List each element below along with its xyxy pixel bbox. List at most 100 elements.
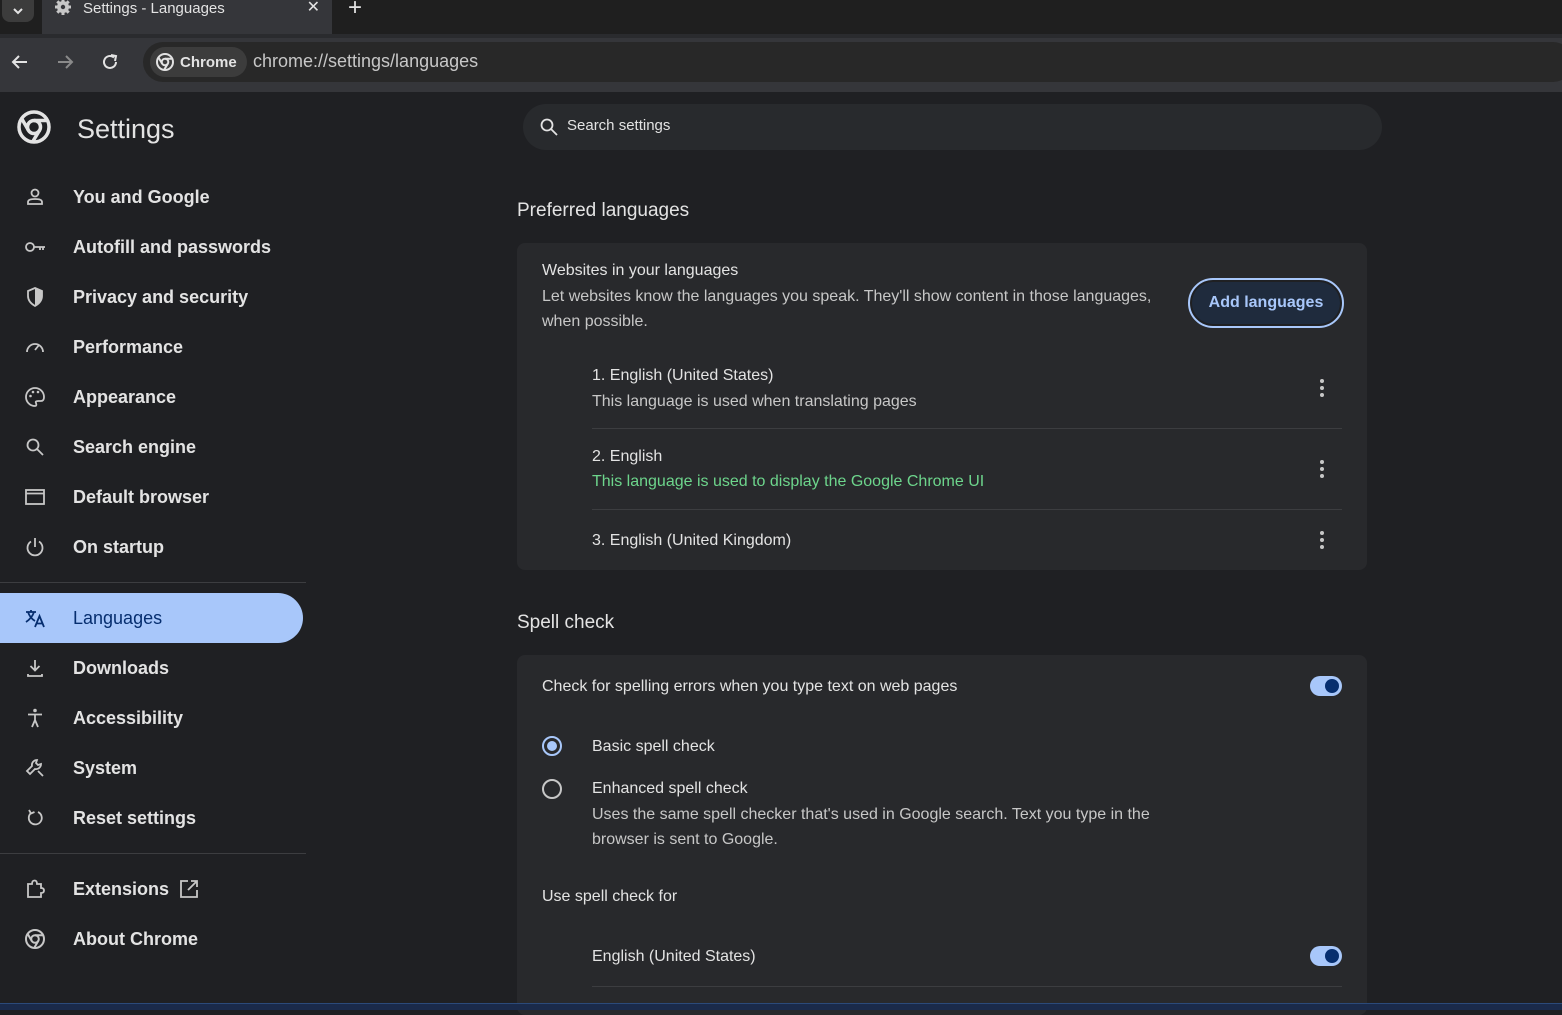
page-title: Settings xyxy=(77,114,175,144)
sidebar-item-label: Accessibility xyxy=(73,707,184,728)
sidebar-divider xyxy=(0,582,306,583)
sidebar-item-label: Privacy and security xyxy=(73,286,249,307)
row-divider xyxy=(592,986,1342,987)
power-icon xyxy=(26,538,44,557)
sidebar-item-you-and-google[interactable]: You and Google xyxy=(0,172,303,222)
row-divider xyxy=(592,509,1342,510)
sidebar-item-on-startup[interactable]: On startup xyxy=(0,522,303,572)
sidebar-item-privacy[interactable]: Privacy and security xyxy=(0,272,303,322)
speedometer-icon xyxy=(26,343,44,353)
sidebar-item-label: About Chrome xyxy=(73,928,198,949)
sidebar-item-downloads[interactable]: Downloads xyxy=(0,643,303,693)
reset-icon xyxy=(27,809,43,826)
sidebar-item-label: You and Google xyxy=(73,186,210,207)
sidebar-item-system[interactable]: System xyxy=(0,743,303,793)
sidebar-item-default-browser[interactable]: Default browser xyxy=(0,472,303,522)
language-name: 3. English (United Kingdom) xyxy=(592,532,792,549)
arrow-left-icon xyxy=(11,55,27,69)
sidebar-item-label: Search engine xyxy=(73,436,197,457)
shield-icon xyxy=(27,287,43,308)
puzzle-icon xyxy=(27,879,45,898)
enhanced-spell-check-description-cont: browser is sent to Google. xyxy=(592,831,778,848)
spell-language-name: English (United States) xyxy=(592,948,756,965)
chrome-icon xyxy=(156,53,174,71)
search-icon xyxy=(540,118,558,136)
tab-settings-languages[interactable]: Settings - Languages ✕ xyxy=(42,0,332,34)
search-placeholder: Search settings xyxy=(567,117,671,134)
external-link-icon xyxy=(180,880,198,898)
person-icon xyxy=(27,188,43,205)
tab-strip: Settings - Languages ✕ + xyxy=(0,0,1562,34)
language-note: This language is used when translating p… xyxy=(592,393,917,410)
sidebar-divider xyxy=(0,853,306,854)
back-button[interactable] xyxy=(8,50,32,74)
basic-spell-check-radio[interactable] xyxy=(542,736,562,756)
row-divider xyxy=(592,428,1342,429)
basic-spell-check-label: Basic spell check xyxy=(592,738,715,755)
sidebar-item-about-chrome[interactable]: About Chrome xyxy=(0,914,303,964)
sidebar-item-reset-settings[interactable]: Reset settings xyxy=(0,793,303,843)
tab-title: Settings - Languages xyxy=(83,0,225,17)
sidebar-item-label: Downloads xyxy=(73,657,170,678)
key-icon xyxy=(25,242,45,252)
download-icon xyxy=(27,660,43,677)
sidebar-item-label: Languages xyxy=(73,607,163,628)
more-vert-icon[interactable] xyxy=(1314,459,1330,479)
enhanced-spell-check-label: Enhanced spell check xyxy=(592,780,748,797)
sidebar-item-label: Performance xyxy=(73,336,184,357)
tab-search-button[interactable] xyxy=(2,0,34,22)
section-title-preferred-languages: Preferred languages xyxy=(517,200,690,221)
language-note: This language is used to display the Goo… xyxy=(592,473,985,490)
language-name: 1. English (United States) xyxy=(592,367,774,384)
reload-icon xyxy=(103,54,118,69)
site-info-chip[interactable]: Chrome xyxy=(150,47,247,77)
accessibility-icon xyxy=(28,708,42,728)
sidebar-item-label: Default browser xyxy=(73,486,210,507)
chevron-down-icon xyxy=(13,8,23,15)
enhanced-spell-check-radio[interactable] xyxy=(542,779,562,799)
sidebar-item-label: Appearance xyxy=(73,386,177,407)
use-spell-check-for-label: Use spell check for xyxy=(542,888,678,905)
sidebar-item-label: On startup xyxy=(73,536,165,557)
reload-button[interactable] xyxy=(98,50,122,74)
sidebar-item-extensions[interactable]: Extensions xyxy=(0,864,303,914)
arrow-right-icon xyxy=(58,55,74,69)
search-icon xyxy=(26,438,44,456)
chrome-icon xyxy=(25,929,45,949)
spell-check-toggle-label: Check for spelling errors when you type … xyxy=(542,678,958,695)
browser-window-icon xyxy=(25,489,45,505)
url-text[interactable]: chrome://settings/languages xyxy=(253,51,478,72)
sidebar-item-label: Reset settings xyxy=(73,807,197,828)
sidebar-item-label: Extensions xyxy=(73,878,170,899)
sidebar-item-appearance[interactable]: Appearance xyxy=(0,372,303,422)
spell-check-toggle[interactable] xyxy=(1310,676,1342,696)
sidebar-item-languages[interactable]: Languages xyxy=(0,593,303,643)
spell-language-toggle[interactable] xyxy=(1310,946,1342,966)
more-vert-icon[interactable] xyxy=(1314,530,1330,550)
websites-languages-heading: Websites in your languages xyxy=(542,262,739,279)
enhanced-spell-check-description: Uses the same spell checker that's used … xyxy=(592,806,1150,823)
sidebar-item-search-engine[interactable]: Search engine xyxy=(0,422,303,472)
language-name: 2. English xyxy=(592,448,663,465)
sidebar-item-label: System xyxy=(73,757,138,778)
chrome-logo-icon xyxy=(17,110,51,144)
chip-label: Chrome xyxy=(180,53,237,71)
websites-languages-description: Let websites know the languages you spea… xyxy=(542,288,1152,305)
add-languages-button[interactable]: Add languages xyxy=(1188,278,1344,328)
close-icon[interactable]: ✕ xyxy=(307,0,320,16)
toolbar-divider xyxy=(0,34,1562,38)
section-title-spell-check: Spell check xyxy=(517,612,615,633)
sidebar-item-accessibility[interactable]: Accessibility xyxy=(0,693,303,743)
palette-icon xyxy=(25,387,45,407)
sidebar-item-label: Autofill and passwords xyxy=(73,236,272,257)
wrench-icon xyxy=(25,759,44,777)
more-vert-icon[interactable] xyxy=(1314,378,1330,398)
forward-button[interactable] xyxy=(53,50,77,74)
sidebar-item-performance[interactable]: Performance xyxy=(0,322,303,372)
websites-languages-description-cont: when possible. xyxy=(542,313,648,330)
new-tab-button[interactable]: + xyxy=(348,0,362,20)
taskbar-edge xyxy=(0,1003,1562,1010)
translate-icon xyxy=(25,610,45,628)
gear-icon xyxy=(55,0,71,15)
sidebar-item-autofill[interactable]: Autofill and passwords xyxy=(0,222,303,272)
